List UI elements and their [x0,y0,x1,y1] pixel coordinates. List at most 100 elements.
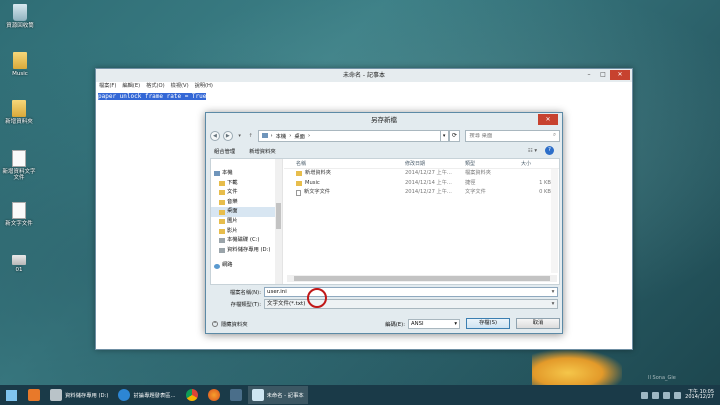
chevron-down-icon[interactable]: ▾ [549,300,557,308]
file-date: 2014/12/14 上午... [405,179,452,186]
nav-item-videos[interactable]: 影片 [211,227,282,237]
nav-item-desktop[interactable]: 桌面 [211,207,282,217]
dialog-close-button[interactable]: ✕ [538,114,558,125]
desktop-icon-label: 新增資料文字文件 [2,169,36,182]
document-icon [12,150,26,167]
taskbar-app-drive[interactable]: 資料儲存專用 (D:) [46,386,112,404]
dialog-title: 另存新檔 [371,116,397,124]
refresh-button[interactable]: ⟳ [448,129,461,142]
clock-date: 2014/12/27 [685,394,714,400]
taskbar-generic-app[interactable] [226,386,246,404]
document-icon [12,202,26,219]
desktop-icon-label: Music [12,71,28,77]
breadcrumb-this-pc[interactable]: 本機 [276,132,287,140]
view-options-icon[interactable]: ☷ ▾ [528,148,537,154]
start-button[interactable] [0,385,22,405]
file-row[interactable]: Music 2014/12/14 上午... 捷徑 1 KB [284,179,559,189]
forward-button[interactable]: ▶ [222,130,233,141]
nav-item-label: 桌面 [227,208,238,215]
address-dropdown[interactable]: ▾ [439,129,449,142]
column-date[interactable]: 修改日期 [405,159,465,168]
chevron-down-icon[interactable]: ▾ [549,288,557,296]
recent-dropdown[interactable]: ▾ [236,133,244,139]
hscroll-thumb[interactable] [294,276,550,281]
filename-label: 檔案名稱(N): [229,289,261,296]
file-type: 捷徑 [465,179,476,186]
folder-icon [13,52,27,69]
nav-item-label: 本機磁碟 (C:) [227,237,260,244]
taskbar-media-player[interactable] [24,386,44,404]
notepad-titlebar[interactable]: 未命名 - 記事本 – □ ✕ [96,69,632,82]
close-button[interactable]: ✕ [610,70,630,80]
nav-scroll-thumb[interactable] [276,203,281,229]
encoding-label: 編碼(E): [385,321,405,328]
menu-view[interactable]: 檢視(V) [171,82,189,91]
nav-item-downloads[interactable]: 下載 [211,179,282,189]
nav-item-label: 本機 [222,170,233,176]
desktop-icon-new-folder[interactable]: 新增資料夾 [0,100,38,125]
column-name[interactable]: 名稱 [284,159,405,168]
folder-icon [219,209,225,215]
notepad-text-area[interactable]: paper unlock frame rate = True [96,91,632,102]
desktop-icon-music[interactable]: Music [1,52,39,77]
file-row[interactable]: 新增資料夾 2014/12/27 上午... 檔案資料夾 [284,169,559,179]
up-button[interactable]: ↑ [247,133,255,139]
maximize-button[interactable]: □ [596,70,610,80]
file-row[interactable]: 新文字文件 2014/12/27 上午... 文字文件 0 KB [284,188,559,198]
new-folder-button[interactable]: 新增資料夾 [249,147,276,155]
volume-icon[interactable] [663,391,671,399]
nav-item-this-pc[interactable]: 本機 [211,169,282,179]
media-player-icon [28,389,40,401]
notepad-title: 未命名 - 記事本 [343,72,385,79]
taskbar-app-notepad[interactable]: 未命名 - 記事本 [247,386,308,404]
file-size: 1 KB [539,179,551,186]
windows-logo-icon [5,389,17,401]
taskbar-app-ie[interactable]: 討論專題發表區... [114,386,179,404]
nav-item-label: 影片 [227,227,238,234]
save-button[interactable]: 存檔(S) [466,318,510,329]
nav-item-music[interactable]: 音樂 [211,198,282,208]
cancel-button[interactable]: 取消 [516,318,560,329]
organize-button[interactable]: 組合管理 [214,147,235,155]
flag-icon[interactable] [674,391,682,399]
nav-item-documents[interactable]: 文件 [211,188,282,198]
desktop-icon-drive[interactable]: 01 [0,250,38,273]
folder-icon [219,200,225,206]
taskbar-firefox[interactable] [204,386,224,404]
file-list-vscrollbar[interactable] [551,169,558,273]
nav-item-drive-d[interactable]: 資料儲存專用 (D:) [211,246,282,256]
nav-scrollbar[interactable] [275,159,282,284]
back-button[interactable]: ◀ [210,130,220,141]
desktop-icon-text-document[interactable]: 新增資料文字文件 [0,150,38,182]
file-type: 文字文件 [465,189,486,195]
help-icon[interactable]: ? [545,146,554,155]
column-size[interactable]: 大小 [521,159,555,168]
nav-item-network[interactable]: 網路 [211,261,282,271]
network-icon[interactable] [652,391,660,399]
filetype-value: 文字文件(*.txt) [267,300,306,307]
menu-edit[interactable]: 編輯(E) [122,82,140,91]
search-input[interactable] [469,132,550,139]
menu-help[interactable]: 說明(H) [195,82,213,91]
encoding-select[interactable]: ANSI ▾ [408,318,460,329]
taskbar-chrome[interactable] [182,386,202,404]
desktop-icon-new-text[interactable]: 新文字文件 [0,202,38,227]
nav-item-pictures[interactable]: 圖片 [211,217,282,227]
menu-file[interactable]: 檔案(F) [99,82,116,91]
tray-icon[interactable] [641,391,649,399]
column-type[interactable]: 類型 [465,159,521,168]
notepad-menubar: 檔案(F) 編輯(E) 格式(O) 檢視(V) 說明(H) [96,82,632,91]
minimize-button[interactable]: – [582,70,596,80]
menu-format[interactable]: 格式(O) [146,82,165,91]
breadcrumb-desktop[interactable]: 桌面 [294,132,305,140]
internet-explorer-icon [118,389,131,401]
nav-item-drive-c[interactable]: 本機磁碟 (C:) [211,236,282,246]
address-bar[interactable]: › 本機 › 桌面 › [257,129,441,142]
desktop-icon-recycle-bin[interactable]: 資源回收筒 [1,4,39,29]
clock[interactable]: 下午 10:05 2014/12/27 [685,389,714,401]
file-size: 0 KB [539,189,551,195]
hide-folders-toggle[interactable]: ⌃ 隱藏資料夾 [210,320,248,328]
dialog-titlebar[interactable]: 另存新檔 ✕ [206,113,562,127]
nav-item-label: 資料儲存專用 (D:) [227,246,271,253]
file-list-hscrollbar[interactable] [287,275,557,282]
